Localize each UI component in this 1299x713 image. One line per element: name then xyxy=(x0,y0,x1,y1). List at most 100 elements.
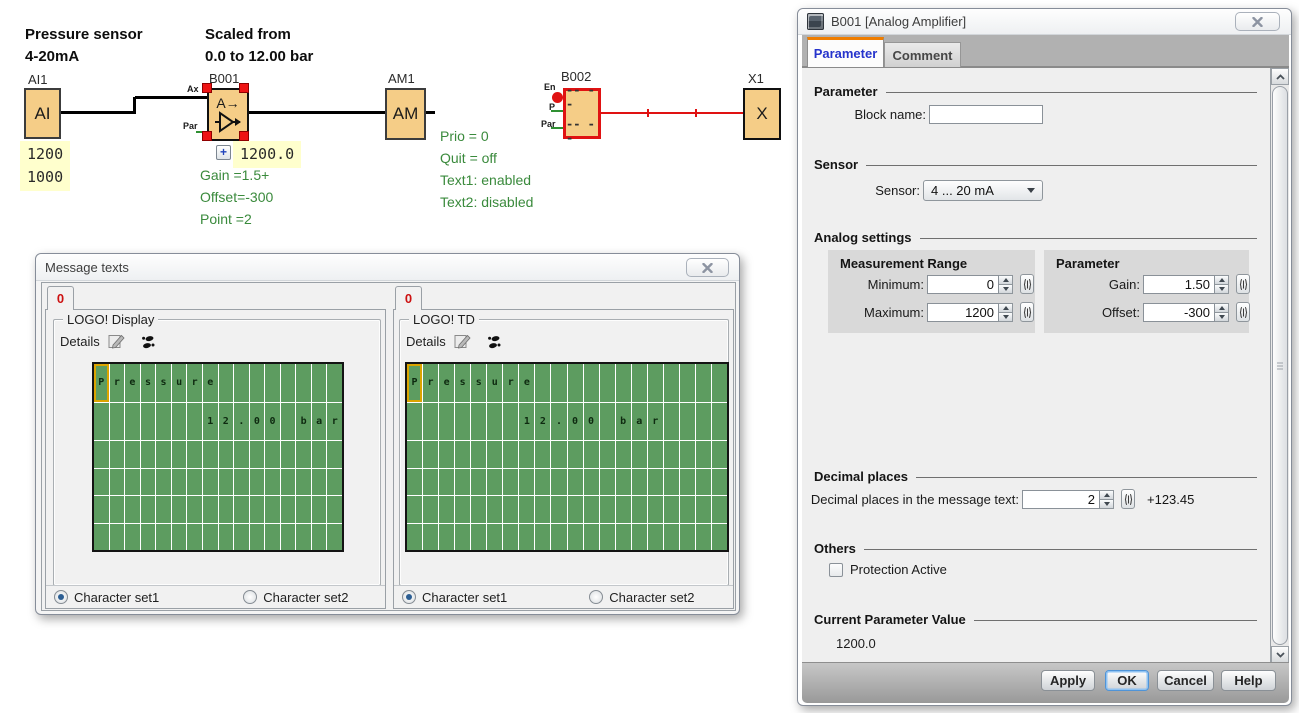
lcd-cell[interactable] xyxy=(568,524,583,551)
lcd-cell[interactable] xyxy=(250,469,265,496)
lcd-cell[interactable]: . xyxy=(234,403,249,441)
lcd-cell[interactable] xyxy=(281,524,296,551)
lcd-cell[interactable] xyxy=(281,496,296,523)
lcd-cell[interactable] xyxy=(503,496,518,523)
lcd-cell[interactable] xyxy=(327,496,342,523)
lcd-cell[interactable] xyxy=(423,524,438,551)
minimum-spinner[interactable] xyxy=(999,275,1013,294)
lcd-cell[interactable] xyxy=(503,403,518,441)
message-texts-titlebar[interactable]: Message texts xyxy=(36,254,739,281)
lcd-cell[interactable] xyxy=(632,441,647,468)
lcd-cell[interactable]: 0 xyxy=(568,403,583,441)
lcd-cell[interactable]: 1 xyxy=(519,403,534,441)
lcd-cell[interactable] xyxy=(250,524,265,551)
lcd-cell[interactable] xyxy=(156,524,171,551)
vertical-scrollbar[interactable] xyxy=(1270,68,1289,663)
lcd-cell[interactable] xyxy=(172,441,187,468)
lcd-cell[interactable] xyxy=(265,524,280,551)
scroll-up-button[interactable] xyxy=(1271,68,1289,85)
b001-dialog-titlebar[interactable]: B001 [Analog Amplifier] xyxy=(798,9,1291,35)
lcd-cell[interactable] xyxy=(423,469,438,496)
lcd-cell[interactable] xyxy=(680,441,695,468)
lcd-cell[interactable] xyxy=(535,441,550,468)
lcd-cell[interactable] xyxy=(551,364,566,402)
lcd-cell[interactable] xyxy=(455,496,470,523)
lcd-cell[interactable] xyxy=(296,441,311,468)
lcd-cell[interactable] xyxy=(219,469,234,496)
lcd-cell[interactable] xyxy=(234,524,249,551)
lcd-cell[interactable] xyxy=(407,403,422,441)
radio-character-set2[interactable] xyxy=(243,590,257,604)
lcd-cell[interactable] xyxy=(281,469,296,496)
lcd-cell[interactable] xyxy=(439,403,454,441)
lcd-cell[interactable] xyxy=(616,524,631,551)
lcd-cell[interactable] xyxy=(187,469,202,496)
lcd-cell[interactable] xyxy=(616,469,631,496)
selection-handle[interactable] xyxy=(202,83,212,93)
decimal-places-spinner[interactable] xyxy=(1100,490,1114,509)
tab-comment[interactable]: Comment xyxy=(884,42,961,67)
lcd-cell[interactable] xyxy=(327,364,342,402)
lcd-cell[interactable] xyxy=(439,524,454,551)
sensor-dropdown[interactable]: 4 ... 20 mA xyxy=(923,180,1043,201)
lcd-cell[interactable]: a xyxy=(632,403,647,441)
lcd-cell[interactable] xyxy=(551,441,566,468)
lcd-cell[interactable] xyxy=(312,496,327,523)
lcd-cell[interactable]: b xyxy=(296,403,311,441)
lcd-cell[interactable] xyxy=(187,524,202,551)
lcd-cell[interactable] xyxy=(312,441,327,468)
lcd-cell[interactable] xyxy=(141,524,156,551)
lcd-cell[interactable] xyxy=(632,469,647,496)
lcd-cell[interactable] xyxy=(680,524,695,551)
lcd-cell[interactable] xyxy=(519,496,534,523)
lcd-cell[interactable] xyxy=(696,364,711,402)
lcd-cell[interactable] xyxy=(296,364,311,402)
selection-handle[interactable] xyxy=(239,83,249,93)
lcd-cell[interactable]: P xyxy=(407,364,422,402)
lcd-cell[interactable] xyxy=(172,524,187,551)
lcd-cell[interactable]: r xyxy=(648,403,663,441)
lcd-cell[interactable] xyxy=(439,469,454,496)
lcd-cell[interactable] xyxy=(296,496,311,523)
lcd-cell[interactable] xyxy=(141,469,156,496)
cancel-button[interactable]: Cancel xyxy=(1157,670,1214,691)
lcd-cell[interactable]: s xyxy=(156,364,171,402)
maximum-input[interactable] xyxy=(927,303,999,322)
lcd-cell[interactable] xyxy=(632,524,647,551)
lcd-cell[interactable] xyxy=(712,441,727,468)
lcd-cell[interactable] xyxy=(187,496,202,523)
lcd-cell[interactable] xyxy=(203,441,218,468)
lcd-cell[interactable] xyxy=(172,403,187,441)
lcd-cell[interactable] xyxy=(407,524,422,551)
lcd-cell[interactable]: s xyxy=(141,364,156,402)
lcd-cell[interactable]: 2 xyxy=(219,403,234,441)
lcd-cell[interactable] xyxy=(203,496,218,523)
lcd-cell[interactable] xyxy=(407,441,422,468)
lcd-cell[interactable] xyxy=(696,403,711,441)
lcd-cell[interactable] xyxy=(600,469,615,496)
lcd-cell[interactable] xyxy=(250,496,265,523)
lcd-cell[interactable] xyxy=(219,524,234,551)
lcd-cell[interactable] xyxy=(696,469,711,496)
lcd-cell[interactable] xyxy=(110,524,125,551)
lcd-cell[interactable] xyxy=(203,524,218,551)
lcd-cell[interactable] xyxy=(234,441,249,468)
lcd-cell[interactable] xyxy=(471,403,486,441)
lcd-cell[interactable]: a xyxy=(312,403,327,441)
lcd-cell[interactable] xyxy=(296,524,311,551)
decimal-places-input[interactable] xyxy=(1022,490,1100,509)
close-button[interactable] xyxy=(1235,12,1280,31)
lcd-cell[interactable] xyxy=(327,441,342,468)
lcd-cell[interactable]: b xyxy=(616,403,631,441)
lcd-cell[interactable] xyxy=(712,364,727,402)
lcd-cell[interactable] xyxy=(455,441,470,468)
lcd-cell[interactable] xyxy=(94,403,109,441)
lcd-cell[interactable] xyxy=(568,364,583,402)
simulation-ticker-button[interactable] xyxy=(482,332,504,352)
lcd-cell[interactable] xyxy=(696,524,711,551)
radio-character-set1[interactable] xyxy=(402,590,416,604)
lcd-cell[interactable] xyxy=(250,364,265,402)
lcd-cell[interactable] xyxy=(234,364,249,402)
lcd-cell[interactable] xyxy=(156,469,171,496)
lcd-cell[interactable] xyxy=(156,496,171,523)
